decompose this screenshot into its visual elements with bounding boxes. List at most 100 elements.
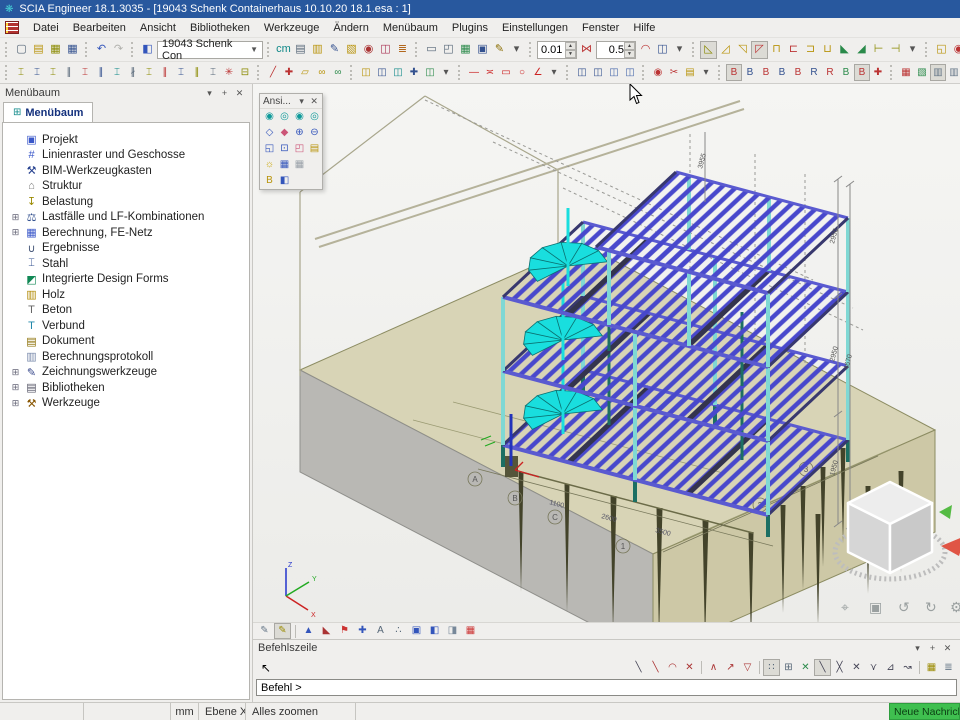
show-nodes-button[interactable]: ∴ [390, 623, 407, 639]
expand-icon[interactable]: ⊞ [10, 367, 21, 378]
dimension-line-button[interactable]: ⊟ [237, 64, 253, 81]
zoom-in-button[interactable]: ⊕ [292, 125, 307, 141]
show-grid-button[interactable]: ▦ [462, 623, 479, 639]
menu-aendern[interactable]: Ändern [326, 20, 375, 36]
support-rotation-x-button[interactable]: ◣ [836, 41, 853, 59]
tree-item-lastfaelle[interactable]: ⊞⚖Lastfälle und LF-Kombinationen [3, 210, 249, 226]
paste-insert-4-button[interactable]: ◫ [622, 64, 638, 81]
status-plane[interactable]: Ebene XY [199, 703, 246, 720]
tree-item-bim-werkzeugkasten[interactable]: ⚒BIM-Werkzeugkasten [3, 163, 249, 179]
support-sliding-button[interactable]: ◹ [734, 41, 751, 59]
select-cursor-button[interactable]: ↖ [256, 658, 276, 677]
menu-einstellungen[interactable]: Einstellungen [495, 20, 575, 36]
paperspace-gallery-button[interactable]: ✎ [326, 41, 343, 59]
document-composer-button[interactable]: ▧ [343, 41, 360, 59]
tree-item-belastung[interactable]: ↧Belastung [3, 194, 249, 210]
view-palette[interactable]: Ansi... ▾ ✕ ◉◎◉◎ ◇◆⊕⊖ ◱⊡◰▤ ☼▦▦ B◧ [259, 93, 323, 190]
toolbar-grip[interactable] [350, 65, 354, 80]
zoom-out-button[interactable]: ⊖ [307, 125, 322, 141]
snap-arc-center-button[interactable]: ⊿ [882, 659, 899, 676]
snap-step-spinner[interactable]: 0.01 ▲▼ [537, 41, 577, 59]
rotate-arrow-green[interactable] [939, 505, 952, 519]
print-more-button[interactable]: ▾ [508, 41, 525, 59]
mesh-refine-button[interactable]: ⋈ [578, 41, 595, 59]
view-palette-header[interactable]: Ansi... ▾ ✕ [260, 94, 322, 109]
toolbar-grip[interactable] [642, 65, 646, 80]
tree-item-projekt[interactable]: ▣Projekt [3, 132, 249, 148]
draw-rectangle-button[interactable]: ▭ [498, 64, 514, 81]
support-line-button[interactable]: ⊔ [819, 41, 836, 59]
tree-item-beton[interactable]: TBeton [3, 303, 249, 319]
fast-view-1-button[interactable]: ◧ [426, 623, 443, 639]
menu-hilfe[interactable]: Hilfe [626, 20, 662, 36]
snap-tangent-button[interactable]: ⋎ [865, 659, 882, 676]
menu-datei[interactable]: Datei [26, 20, 66, 36]
numeric-input-button[interactable]: ≣ [940, 659, 957, 676]
toolbar-grip[interactable] [692, 42, 696, 57]
toolbar-grip[interactable] [458, 65, 462, 80]
tree-item-verbund[interactable]: TVerbund [3, 318, 249, 334]
tree-item-berechnungsprotokoll[interactable]: ▥Berechnungsprotokoll [3, 349, 249, 365]
snap-intersection-button[interactable]: ╳ [831, 659, 848, 676]
redo-button[interactable]: ↷ [110, 41, 127, 59]
stored-views-button[interactable]: ▤ [307, 141, 322, 157]
paste-insert-3-button[interactable]: ◫ [606, 64, 622, 81]
bim-toolbox-button[interactable]: ◱ [933, 41, 950, 59]
close-polygon-button[interactable]: ▱ [297, 64, 313, 81]
draw-polyline-button[interactable]: ╱ [265, 64, 281, 81]
toolbar-grip[interactable] [566, 65, 570, 80]
expand-icon[interactable]: ⊞ [10, 398, 21, 409]
open-project-button[interactable]: ▤ [30, 41, 47, 59]
view-axonometric-button[interactable]: ◎ [307, 109, 322, 125]
scale-member-button[interactable]: ∥ [189, 64, 205, 81]
connection-bolt-edit-button[interactable]: R [806, 64, 822, 81]
named-views-button[interactable]: ◫ [654, 41, 671, 59]
rotate-member-button[interactable]: ⌶ [45, 64, 61, 81]
picture-gallery-button[interactable]: ▥ [309, 41, 326, 59]
expand-icon[interactable]: ⊞ [10, 212, 21, 223]
close-icon[interactable]: ✕ [309, 96, 319, 107]
join-member-button[interactable]: ⌶ [141, 64, 157, 81]
section-abacus-button[interactable]: ≣ [394, 41, 411, 59]
tree-item-berechnung-fe-netz[interactable]: ⊞▦Berechnung, FE-Netz [3, 225, 249, 241]
toolbar-grip[interactable] [257, 65, 261, 80]
nav-orbit-horizontal-icon[interactable]: ↺ [898, 599, 910, 615]
toolbar-grip[interactable] [5, 65, 9, 80]
menu-plugins[interactable]: Plugins [445, 20, 495, 36]
render-mode-button[interactable]: ◣ [318, 623, 335, 639]
toolbar-grip[interactable] [131, 42, 135, 57]
connection-drawing-button[interactable]: R [822, 64, 838, 81]
snap-midpoint-button[interactable]: ✕ [797, 659, 814, 676]
notification-badge[interactable]: Neue Nachrichten [889, 703, 960, 720]
menu-werkzeuge[interactable]: Werkzeuge [257, 20, 326, 36]
tree-item-struktur[interactable]: ⌂Struktur [3, 179, 249, 195]
menu-ansicht[interactable]: Ansicht [133, 20, 183, 36]
support-rotation-y-button[interactable]: ◢ [853, 41, 870, 59]
view-z-direction-button[interactable]: ◉ [292, 109, 307, 125]
hinge-start-button[interactable]: ⊏ [785, 41, 802, 59]
draw-parallel-button[interactable]: ≍ [482, 64, 498, 81]
show-labels-button[interactable]: ✚ [354, 623, 371, 639]
perspective-button[interactable]: ◆ [277, 125, 292, 141]
fast-doc-2-button[interactable]: ▥ [946, 64, 960, 81]
tree-item-linienraster[interactable]: #Linienraster und Geschosse [3, 148, 249, 164]
support-hinged-button[interactable]: ◿ [717, 41, 734, 59]
cursor-vector-button[interactable]: ↗ [722, 659, 739, 676]
calculator-button[interactable]: ▦ [457, 41, 474, 59]
member-check-button[interactable]: ◉ [950, 41, 960, 59]
close-icon[interactable]: ✕ [940, 643, 955, 654]
color-settings-button[interactable]: ◉ [360, 41, 377, 59]
view-x-direction-button[interactable]: ◉ [262, 109, 277, 125]
menu-bibliotheken[interactable]: Bibliotheken [183, 20, 257, 36]
print-button[interactable]: ▭ [423, 41, 440, 59]
copy-multi-button[interactable]: ◫ [374, 64, 390, 81]
spin-up-icon[interactable]: ▲ [565, 42, 576, 50]
clipping-box-button[interactable]: B [262, 173, 277, 189]
curved-beam-button[interactable]: ◠ [637, 41, 654, 59]
zoom-window-button[interactable]: ◱ [262, 141, 277, 157]
tree-item-holz[interactable]: ▥Holz [3, 287, 249, 303]
panel-menu-icon[interactable]: ▾ [297, 96, 307, 107]
dot-grid-button[interactable]: ∷ [763, 659, 780, 676]
show-names-button[interactable]: A [372, 623, 389, 639]
cut-members-button[interactable]: ✂ [666, 64, 682, 81]
